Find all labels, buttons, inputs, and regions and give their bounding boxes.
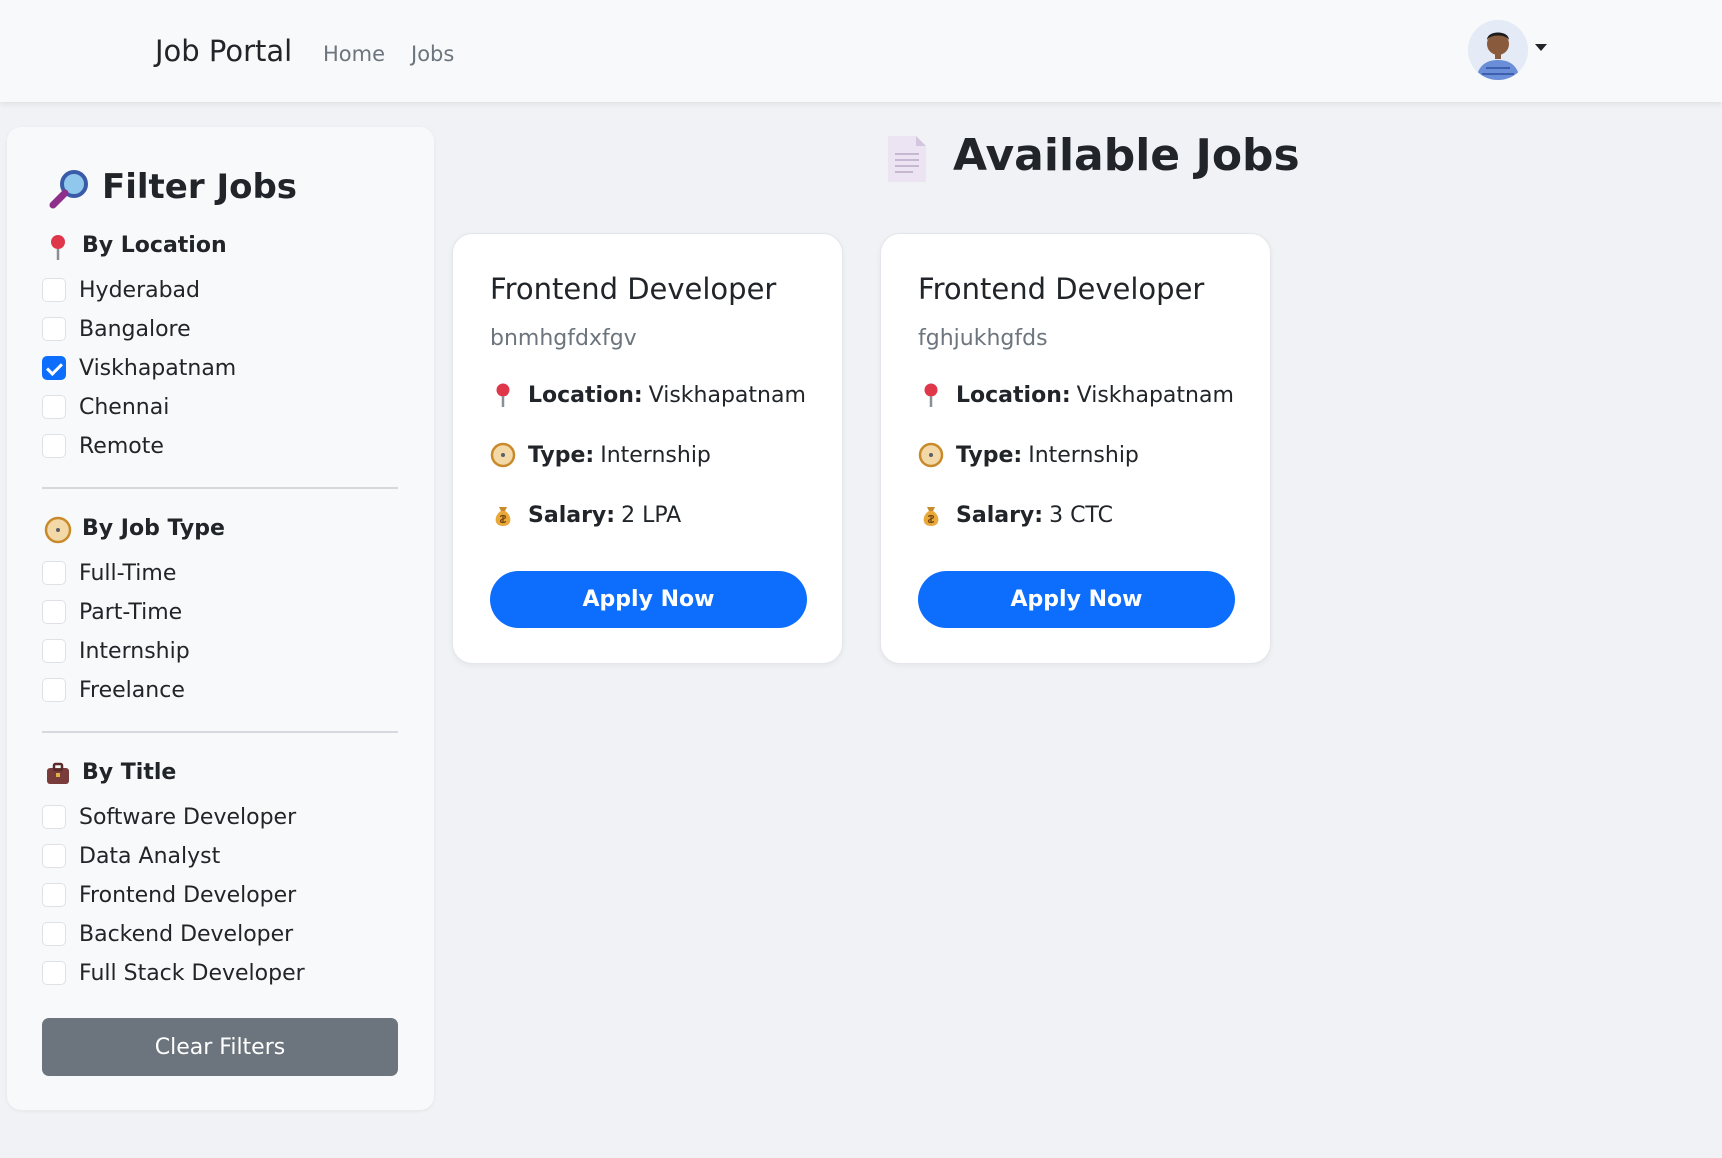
job-type-row: Type: Internship (490, 440, 711, 470)
job-type-row: Type: Internship (918, 440, 1139, 470)
filter-option-remote[interactable]: Remote (42, 431, 164, 461)
divider (42, 487, 398, 489)
option-label: Viskhapatnam (79, 355, 237, 381)
nav-link-jobs[interactable]: Jobs (411, 42, 454, 66)
checkbox[interactable] (42, 561, 66, 585)
checkbox[interactable] (42, 639, 66, 663)
job-salary-row: Salary: 3 CTC (918, 500, 1113, 530)
option-label: Full-Time (79, 560, 177, 586)
filter-option-frontend-developer[interactable]: Frontend Developer (42, 880, 296, 910)
option-label: Frontend Developer (79, 882, 297, 908)
filter-option-software-developer[interactable]: Software Developer (42, 802, 296, 832)
nav-link-home[interactable]: Home (323, 42, 385, 66)
job-card: Frontend Developer bnmhgfdxfgv Location:… (452, 233, 843, 664)
company-name: bnmhgfdxfgv (490, 326, 637, 351)
type-key: Type: (528, 442, 595, 468)
filter-option-full-time[interactable]: Full-Time (42, 558, 176, 588)
group-heading-job-type: By Job Type (82, 516, 225, 541)
compass-icon (490, 442, 516, 468)
checkbox-checked[interactable] (42, 356, 66, 380)
checkbox[interactable] (42, 922, 66, 946)
filter-option-backend-developer[interactable]: Backend Developer (42, 919, 293, 949)
option-label: Chennai (79, 394, 170, 420)
location-value: Viskhapatnam (1076, 382, 1234, 408)
location-value: Viskhapatnam (648, 382, 806, 408)
job-title: Frontend Developer (918, 272, 1205, 306)
salary-key: Salary: (528, 502, 616, 528)
filter-option-hyderabad[interactable]: Hyderabad (42, 275, 200, 305)
pushpin-icon (496, 383, 510, 407)
group-heading-location: By Location (82, 233, 227, 258)
job-location-row: Location: Viskhapatnam (490, 380, 806, 410)
type-key: Type: (956, 442, 1023, 468)
option-label: Full Stack Developer (79, 960, 305, 986)
magnifier-icon (49, 170, 88, 209)
clear-filters-button[interactable]: Clear Filters (42, 1018, 398, 1076)
option-label: Part-Time (79, 599, 183, 625)
filter-option-internship[interactable]: Internship (42, 636, 190, 666)
salary-key: Salary: (956, 502, 1044, 528)
avatar[interactable] (1468, 20, 1528, 80)
document-icon (888, 136, 926, 182)
filter-option-chennai[interactable]: Chennai (42, 392, 169, 422)
chevron-down-icon[interactable] (1535, 44, 1547, 51)
checkbox[interactable] (42, 278, 66, 302)
navbar: Job Portal Home Jobs (0, 0, 1722, 102)
company-name: fghjukhgfds (918, 326, 1048, 351)
job-location-row: Location: Viskhapatnam (918, 380, 1234, 410)
filter-option-freelance[interactable]: Freelance (42, 675, 185, 705)
checkbox[interactable] (42, 883, 66, 907)
option-label: Hyderabad (79, 277, 200, 303)
pushpin-icon (51, 235, 65, 260)
filter-option-bangalore[interactable]: Bangalore (42, 314, 191, 344)
brand-logo[interactable]: Job Portal (155, 34, 292, 68)
checkbox[interactable] (42, 678, 66, 702)
filter-sidebar: Filter Jobs By Location Hyderabad Bangal… (7, 127, 434, 1110)
checkbox[interactable] (42, 844, 66, 868)
compass-icon (918, 442, 944, 468)
option-label: Data Analyst (79, 843, 221, 869)
filter-option-data-analyst[interactable]: Data Analyst (42, 841, 220, 871)
job-title: Frontend Developer (490, 272, 777, 306)
type-value: Internship (600, 442, 711, 468)
apply-now-button[interactable]: Apply Now (490, 571, 807, 628)
checkbox[interactable] (42, 317, 66, 341)
option-label: Remote (79, 433, 164, 459)
option-label: Internship (79, 638, 190, 664)
pushpin-icon (924, 383, 938, 407)
location-key: Location: (528, 382, 643, 408)
filter-option-full-stack-developer[interactable]: Full Stack Developer (42, 958, 305, 988)
type-value: Internship (1028, 442, 1139, 468)
option-label: Backend Developer (79, 921, 294, 947)
checkbox[interactable] (42, 805, 66, 829)
checkbox[interactable] (42, 600, 66, 624)
job-card: Frontend Developer fghjukhgfds Location:… (880, 233, 1271, 664)
location-key: Location: (956, 382, 1071, 408)
option-label: Bangalore (79, 316, 191, 342)
filter-option-viskhapatnam[interactable]: Viskhapatnam (42, 353, 236, 383)
filter-option-part-time[interactable]: Part-Time (42, 597, 182, 627)
money-bag-icon (495, 507, 511, 526)
compass-icon (44, 516, 72, 544)
salary-value: 2 LPA (621, 502, 682, 528)
checkbox[interactable] (42, 395, 66, 419)
page-title: Available Jobs (953, 130, 1300, 181)
divider (42, 731, 398, 733)
filter-title: Filter Jobs (102, 167, 298, 207)
money-bag-icon (923, 507, 939, 526)
apply-now-button[interactable]: Apply Now (918, 571, 1235, 628)
group-heading-title: By Title (82, 760, 177, 785)
checkbox[interactable] (42, 434, 66, 458)
briefcase-icon (47, 762, 69, 784)
checkbox[interactable] (42, 961, 66, 985)
salary-value: 3 CTC (1049, 502, 1113, 528)
job-salary-row: Salary: 2 LPA (490, 500, 681, 530)
option-label: Freelance (79, 677, 185, 703)
user-avatar-icon (1468, 20, 1528, 80)
option-label: Software Developer (79, 804, 297, 830)
